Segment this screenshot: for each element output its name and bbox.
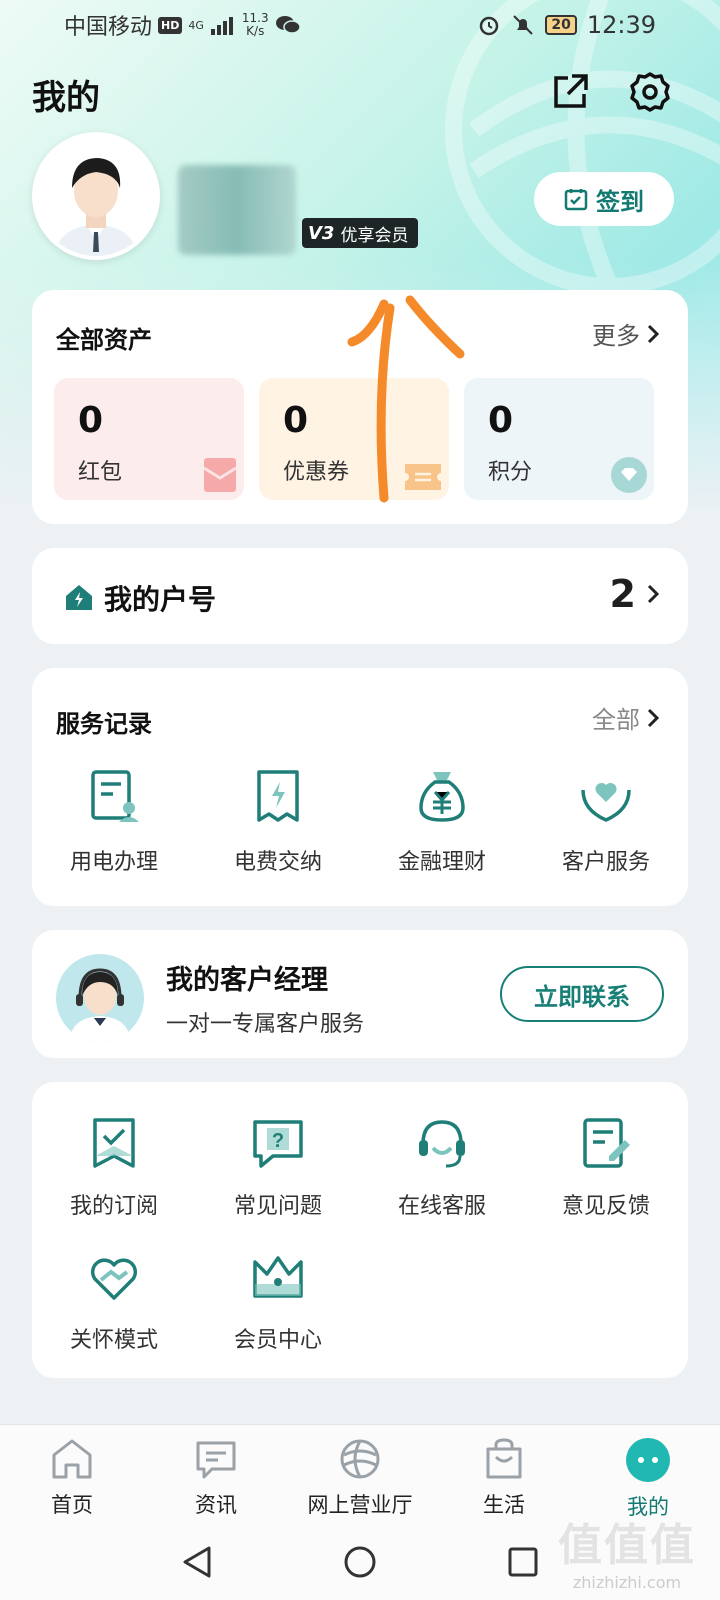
tool-member-center[interactable]: 会员中心: [196, 1250, 360, 1354]
feedback-icon: [583, 1118, 630, 1168]
network-type: 4G: [188, 18, 204, 32]
status-bar: 中国移动 HD 4G 11.3 K/s 20 12:39: [0, 0, 720, 50]
asset-label: 红包: [78, 460, 123, 485]
subscription-icon: [93, 1118, 135, 1168]
share-button[interactable]: [548, 70, 592, 114]
signal-icon: [210, 17, 233, 35]
service-bill-payment[interactable]: 电费交纳: [196, 768, 360, 876]
hd-badge: HD: [158, 16, 183, 34]
status-time: 12:39: [586, 11, 656, 39]
electricity-form-icon: [91, 770, 139, 822]
wechat-icon: [275, 16, 301, 34]
vip-badge[interactable]: V3 优享会员: [302, 218, 419, 248]
service-customer[interactable]: 客户服务: [524, 768, 688, 876]
message-icon: [196, 1441, 236, 1479]
chevron-right-icon: [647, 584, 660, 604]
care-heart-icon: [90, 1258, 138, 1300]
nav-life[interactable]: 生活: [432, 1425, 576, 1524]
nav-news[interactable]: 资讯: [144, 1425, 288, 1524]
gear-icon: [630, 72, 670, 112]
home-circle-icon[interactable]: [343, 1545, 377, 1579]
manager-avatar: [56, 954, 144, 1042]
house-lightning-icon: [66, 585, 92, 610]
chevron-right-icon: [647, 324, 660, 343]
home-icon: [52, 1439, 92, 1479]
asset-value: 0: [283, 400, 309, 441]
envelope-icon: [203, 458, 237, 492]
network-speed: 11.3 K/s: [241, 11, 269, 38]
profile-dots-icon: [626, 1438, 670, 1482]
shopping-bag-icon: [486, 1438, 522, 1479]
asset-value: 0: [78, 400, 104, 441]
checkin-label: 签到: [596, 187, 644, 216]
diamond-points-icon: [611, 457, 647, 493]
household-count: 2: [610, 572, 660, 616]
back-triangle-icon[interactable]: [181, 1545, 213, 1579]
asset-points[interactable]: 0 积分: [464, 378, 654, 500]
username-obscured: [178, 165, 296, 255]
asset-red-packet[interactable]: 0 红包: [54, 378, 244, 500]
services-title: 服务记录: [56, 710, 152, 738]
household-card[interactable]: 我的户号 2: [32, 548, 688, 644]
manager-title: 我的客户经理: [166, 965, 328, 996]
assets-more-link[interactable]: 更多: [592, 316, 660, 351]
tool-faq[interactable]: ? 常见问题: [196, 1116, 360, 1220]
avatar[interactable]: [32, 132, 160, 260]
carrier-name: 中国移动: [64, 15, 153, 40]
checkin-button[interactable]: 签到: [534, 172, 674, 226]
asset-value: 0: [488, 400, 514, 441]
vip-level: V3: [308, 222, 335, 244]
battery-indicator: 20: [545, 15, 577, 35]
annotation-arrow-icon: [347, 295, 465, 503]
heart-hands-icon: [581, 782, 631, 822]
user-avatar-illustration: [36, 136, 156, 256]
tool-subscription[interactable]: 我的订阅: [32, 1116, 196, 1220]
service-finance[interactable]: 金融理财: [360, 768, 524, 876]
share-external-icon: [554, 74, 588, 108]
manager-subtitle: 一对一专属客户服务: [166, 1012, 365, 1037]
vip-label: 优享会员: [340, 225, 409, 246]
tool-feedback[interactable]: 意见反馈: [524, 1116, 688, 1220]
alarm-icon: [480, 16, 499, 36]
bill-payment-icon: [257, 770, 299, 822]
globe-icon: [340, 1439, 380, 1479]
nav-home[interactable]: 首页: [0, 1425, 144, 1524]
customer-manager-card: 我的客户经理 一对一专属客户服务 立即联系: [32, 930, 688, 1058]
mute-bell-icon: [513, 15, 534, 35]
svg-text:?: ?: [272, 1130, 284, 1152]
assets-title: 全部资产: [56, 326, 152, 354]
nav-online-hall[interactable]: 网上营业厅: [288, 1425, 432, 1524]
service-electricity[interactable]: 用电办理: [32, 768, 196, 876]
crown-icon: [253, 1256, 303, 1298]
household-title: 我的户号: [104, 583, 217, 616]
tool-care-mode[interactable]: 关怀模式: [32, 1250, 196, 1354]
recents-square-icon[interactable]: [507, 1546, 539, 1578]
chevron-right-icon: [647, 708, 660, 727]
asset-label: 积分: [488, 460, 533, 485]
service-records-card: 服务记录 全部 用电办理 电费交纳 金融理财 客户服务: [32, 668, 688, 906]
calendar-check-icon: [564, 189, 588, 211]
agent-headset-illustration: [70, 968, 130, 1042]
watermark: 值值值 zhizhizhi.com: [558, 1520, 696, 1592]
settings-button[interactable]: [628, 70, 672, 114]
tool-online-service[interactable]: 在线客服: [360, 1116, 524, 1220]
tools-card: 我的订阅 ? 常见问题 在线客服 意见反馈 关怀模式 会员中心: [32, 1082, 688, 1378]
contact-now-button[interactable]: 立即联系: [500, 966, 664, 1022]
page-title: 我的: [32, 78, 100, 118]
money-bag-icon: [419, 772, 465, 822]
headset-icon: [419, 1120, 465, 1168]
services-all-link[interactable]: 全部: [592, 700, 660, 735]
faq-icon: ?: [253, 1120, 303, 1168]
